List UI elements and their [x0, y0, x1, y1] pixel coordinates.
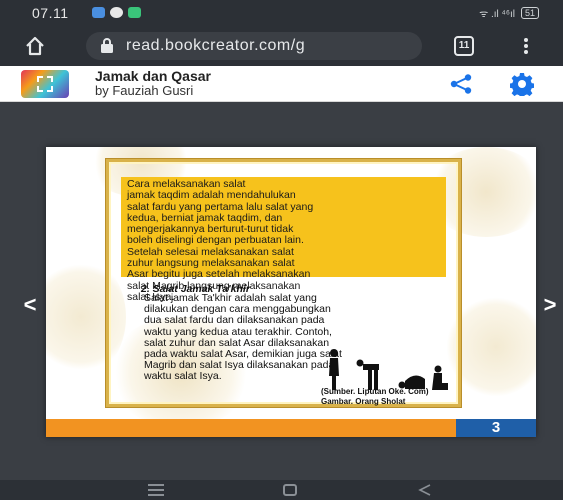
app-notification-icon	[92, 7, 105, 18]
tabs-icon[interactable]: 11	[454, 36, 474, 56]
text-line: Asar begitu juga setelah melaksanakan	[127, 268, 311, 281]
back-icon[interactable]	[418, 484, 432, 496]
share-icon[interactable]	[450, 74, 472, 94]
settings-icon[interactable]	[510, 72, 534, 96]
status-indicators: ᯤ .ıl ⁴⁶ıl 51	[479, 6, 539, 20]
text-line: jamak taqdim adalah mendahulukan	[127, 189, 296, 202]
status-time: 07.11	[32, 5, 69, 21]
caption-line: Gambar. Orang Sholat	[321, 396, 406, 406]
signal-icon: ᯤ .ıl ⁴⁶ıl	[479, 9, 515, 20]
reader-area: < > Cara melaksanakan salat jamak taqdim…	[0, 102, 563, 480]
system-nav-bar	[0, 480, 563, 500]
next-arrow-icon[interactable]: >	[540, 292, 560, 320]
book-cover-thumbnail[interactable]	[21, 70, 69, 98]
prayer-figures-image	[329, 349, 448, 390]
highlight-box: Cara melaksanakan salat jamak taqdim ada…	[121, 177, 446, 303]
app-notification-icon	[110, 7, 123, 18]
book-header: Jamak dan Qasar by Fauziah Gusri	[0, 66, 563, 102]
recent-apps-icon[interactable]	[148, 484, 164, 496]
browser-toolbar: read.bookcreator.com/g 11	[0, 26, 563, 66]
address-bar[interactable]: read.bookcreator.com/g	[86, 32, 422, 60]
url-text[interactable]: read.bookcreator.com/g	[126, 37, 416, 55]
book-page: Cara melaksanakan salat jamak taqdim ada…	[46, 147, 536, 437]
page-number: 3	[456, 419, 536, 437]
menu-icon[interactable]	[523, 38, 529, 56]
status-bar: 07.11 ᯤ .ıl ⁴⁶ıl 51	[0, 0, 563, 26]
system-home-icon[interactable]	[283, 484, 297, 496]
home-icon[interactable]	[24, 35, 46, 57]
app-notification-icon	[128, 7, 141, 18]
book-title: Jamak dan Qasar	[95, 68, 211, 84]
image-caption: (Sumber. Liputan Oke. Com) Gambar. Orang…	[321, 387, 429, 406]
text-line: dua salat fardu dan dilaksanakan pada	[144, 314, 325, 327]
battery-icon: 51	[520, 7, 539, 19]
prev-arrow-icon[interactable]: <	[20, 292, 40, 320]
caption-line: (Sumber. Liputan Oke. Com)	[321, 387, 429, 396]
book-author: by Fauziah Gusri	[95, 83, 194, 98]
lock-icon	[101, 38, 113, 53]
